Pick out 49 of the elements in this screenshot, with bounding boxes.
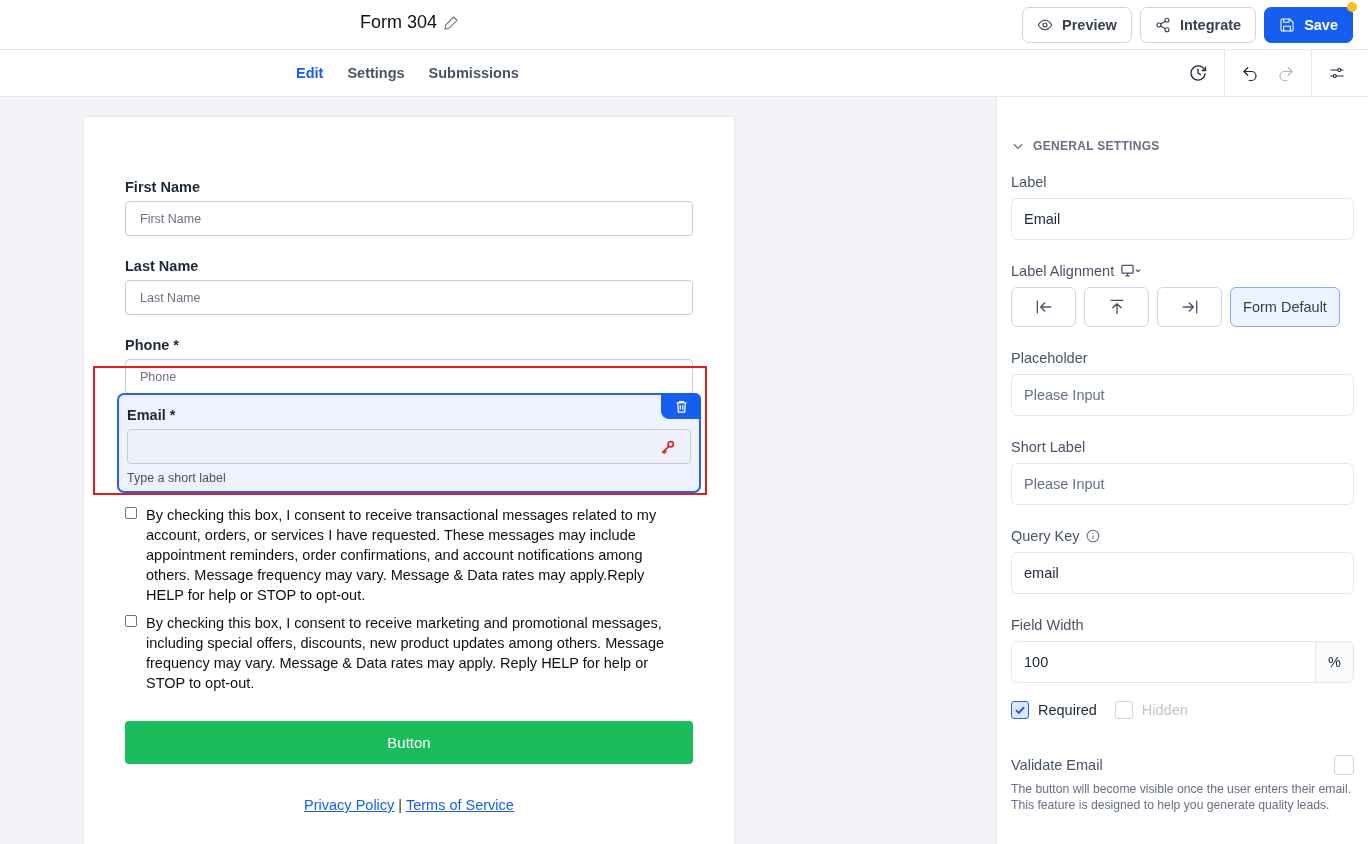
description-text: The button will become visible once the user enters their email. This feature is designed to help you generate quality leads. <box>1011 781 1353 813</box>
setting-label: Label <box>1011 173 1047 190</box>
setting-label: Query Key <box>1011 527 1080 544</box>
hint-text: Type a short label <box>127 471 227 485</box>
setting-label: Field Width <box>1011 616 1084 633</box>
setting-label: Placeholder <box>1011 349 1088 366</box>
field-label: Phone * <box>125 337 180 353</box>
field-label: First Name <box>125 179 201 195</box>
field-label: Last Name <box>125 258 200 274</box>
info-icon[interactable] <box>1085 528 1100 543</box>
field-label: Email * <box>127 407 177 423</box>
share-icon <box>1154 16 1171 33</box>
text-field[interactable]: Please Input <box>1011 374 1354 416</box>
key-icon <box>660 438 676 455</box>
form-title: Form 304 <box>360 12 438 33</box>
consent-text: By checking this box, I consent to receive transactional messages related to my account, orders, or services I have requested. These messages may include appointment reminders, order confirmations, and account notifications among others. Message frequency may vary. Message & Data rates may apply.Reply HELP for help or STOP to opt-out. <box>146 506 658 605</box>
link-separator: | <box>398 797 403 813</box>
text-field[interactable]: Last Name <box>125 280 693 315</box>
selected-field[interactable]: Email * Type a short label <box>117 393 701 493</box>
undo-icon[interactable] <box>1241 64 1259 82</box>
field-width-input[interactable]: 100 % <box>1011 641 1354 683</box>
consent-text: By checking this box, I consent to receive marketing and promotional messages, including special offers, discounts, new product updates among others. Message frequency may vary. Message & Data rates may apply. Reply HELP for help or STOP to opt-out. <box>146 614 665 693</box>
footer-link[interactable]: Privacy Policy <box>304 797 395 813</box>
text-field[interactable] <box>127 429 691 464</box>
text-field[interactable]: Please Input <box>1011 463 1354 505</box>
nav-tab[interactable]: Submissions <box>428 65 519 81</box>
setting-label: Short Label <box>1011 438 1086 455</box>
section-title: GENERAL SETTINGS <box>1033 139 1160 153</box>
preview-button[interactable]: Preview <box>1022 6 1132 43</box>
text-field[interactable]: email <box>1011 552 1354 594</box>
save-button[interactable]: Save <box>1264 6 1353 43</box>
checkbox[interactable] <box>1011 701 1029 719</box>
nav-tab[interactable]: Settings <box>347 65 405 81</box>
setting-label: Validate Email <box>1011 757 1103 773</box>
integrate-button[interactable]: Integrate <box>1139 6 1257 43</box>
text-field[interactable]: Email <box>1011 198 1354 240</box>
delete-button[interactable] <box>661 393 701 419</box>
nav-tab[interactable]: Edit <box>296 65 324 81</box>
checkbox[interactable] <box>125 507 137 519</box>
checkbox[interactable] <box>125 615 137 627</box>
checkbox-label: Hidden <box>1141 702 1188 718</box>
monitor-icon[interactable] <box>1120 263 1143 278</box>
checkbox-label: Required <box>1038 702 1097 718</box>
footer-link[interactable]: Terms of Service <box>405 797 514 813</box>
alignment-option[interactable]: Form Default <box>1230 287 1340 327</box>
text-field[interactable]: First Name <box>125 201 693 236</box>
history-icon[interactable] <box>1188 63 1208 83</box>
pencil-icon[interactable] <box>443 14 460 31</box>
setting-label: Label Alignment <box>1011 262 1115 279</box>
